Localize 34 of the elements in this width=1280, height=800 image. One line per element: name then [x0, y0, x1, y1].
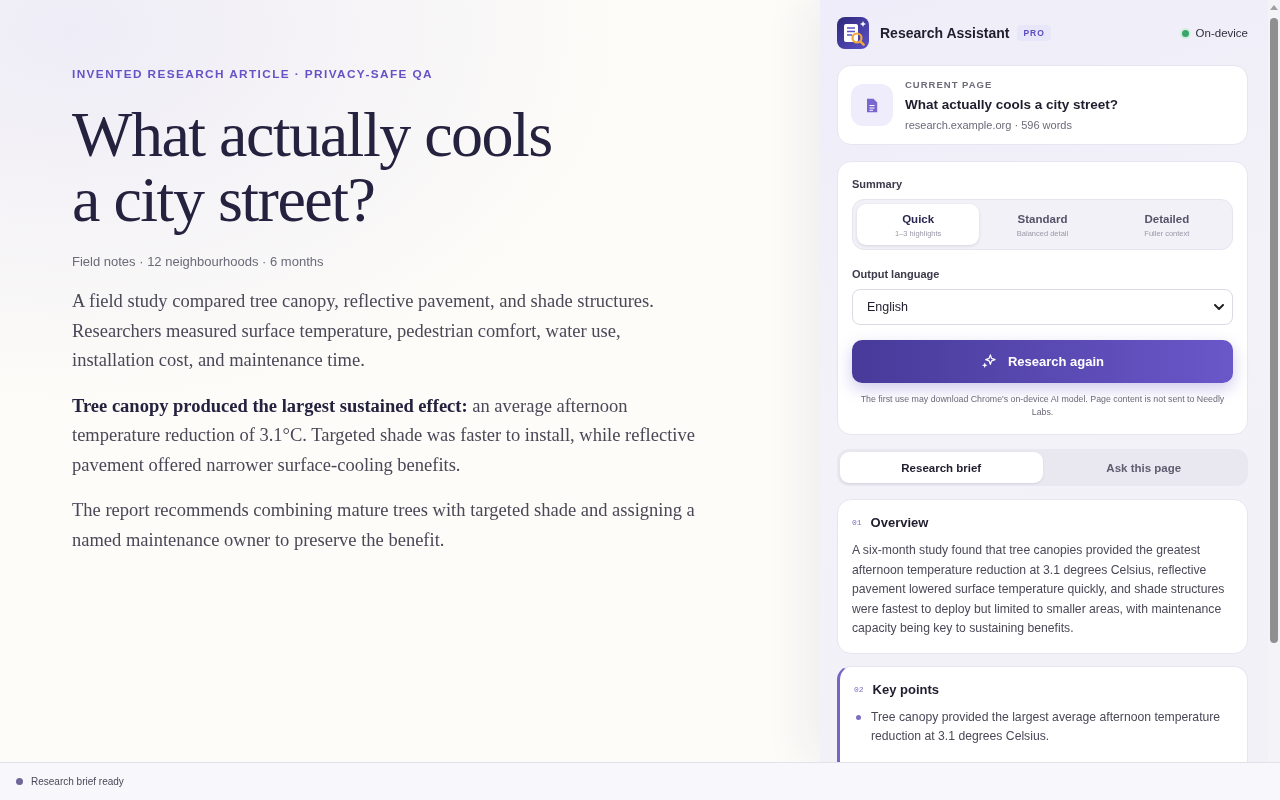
privacy-note: The first use may download Chrome's on-device AI model. Page content is not sent to Needly Labs.: [859, 393, 1226, 419]
section-number: 01: [852, 517, 862, 529]
key-point: Tree canopy provided the largest average afternoon temperature reduction at 3.1 degrees Celsius.: [871, 708, 1222, 745]
page-label: CURRENT PAGE: [905, 78, 994, 91]
status-label: On-device: [1195, 27, 1248, 39]
status-dot-icon: [1179, 27, 1191, 39]
view-tab[interactable]: Research brief: [840, 452, 1043, 483]
chevron-down-icon: [1214, 304, 1224, 310]
sparkle-icon: [980, 354, 996, 369]
language-label: Output language: [852, 267, 941, 281]
article-paragraph: The report recommends combining mature trees with targeted shade and assigning a named maintenance owner to preserve the benefit.: [72, 499, 696, 552]
app-title: Research Assistant: [880, 25, 1010, 41]
scroll-up-icon[interactable]: [1270, 5, 1278, 10]
plan-badge: PRO: [1017, 25, 1051, 41]
document-icon: [851, 84, 893, 126]
section-number: 02: [854, 683, 864, 696]
view-tab[interactable]: Ask this page: [1042, 452, 1245, 483]
language-select[interactable]: English: [852, 289, 1233, 325]
article-paragraph: A field study compared tree canopy, reflective pavement, and shade structures. Researchers measured surface temperature, pedestrian comfort, water use, installation cost, and maintenance time.: [72, 290, 655, 372]
section-title: Overview: [870, 515, 929, 531]
research-button[interactable]: Research again: [852, 340, 1233, 383]
status-dot-icon: [16, 778, 23, 785]
article-paragraph: Tree canopy produced the largest sustained effect: an average afternoon temperature reduction of 3.1°C. Targeted shade was faster to install, while reflective pavement offered narrower surface-cooling benefits.: [72, 394, 696, 477]
logo-icon: [837, 17, 869, 49]
scrollbar-thumb[interactable]: [1270, 18, 1278, 643]
section-text: A six-month study found that tree canopies provided the greatest afternoon temperature reduction at 3.1 degrees Celsius, reflective pavement lowered surface temperature quickly, and shade structures were fastest to deploy but limited to smaller areas, with maintenance capacity being key to sustaining benefits.: [852, 542, 1226, 637]
summary-label: Summary: [852, 177, 904, 191]
section-title: Key points: [872, 681, 940, 698]
page-title: What actually cools a city street?: [905, 95, 1119, 114]
page-meta: research.example.org · 596 words: [905, 117, 1073, 132]
article-meta: Field notes · 12 neighbourhoods · 6 months: [72, 253, 325, 271]
status-text: Research brief ready: [31, 776, 124, 787]
article-eyebrow: INVENTED RESEARCH ARTICLE · PRIVACY-SAFE QA: [72, 66, 435, 82]
bullet-icon: [856, 714, 861, 720]
